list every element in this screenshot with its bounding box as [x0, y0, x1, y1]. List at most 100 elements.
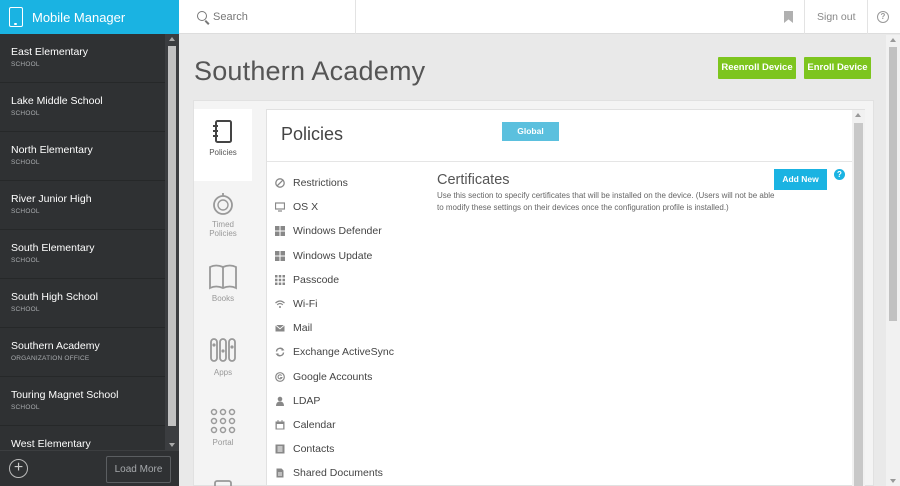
scroll-up-icon[interactable] [855, 113, 861, 117]
menu-item-ldap[interactable]: LDAP [275, 389, 425, 413]
list-item[interactable]: East Elementary SCHOOL [0, 34, 165, 83]
list-item[interactable]: North Elementary SCHOOL [0, 132, 165, 181]
item-type: SCHOOL [11, 159, 40, 166]
top-bar: Sign out ? [179, 0, 900, 34]
menu-item-windows-update[interactable]: Windows Update [275, 244, 425, 268]
list-item[interactable]: South Elementary SCHOOL [0, 230, 165, 279]
sidebar-scrollbar[interactable] [165, 34, 179, 450]
menu-item-label: Google Accounts [293, 370, 373, 383]
sync-icon [275, 348, 285, 357]
tab-label: Timed Policies [209, 220, 237, 238]
bookmark-icon[interactable] [784, 11, 793, 23]
list-item[interactable]: Southern Academy ORGANIZATION OFFICE [0, 328, 165, 377]
policies-content: Policies Global Restrictions OS X Window… [266, 109, 865, 486]
global-button[interactable]: Global [502, 122, 559, 141]
tab-policies[interactable]: Policies [194, 109, 252, 181]
tab-label: Policies [209, 148, 237, 157]
policy-menu: Restrictions OS X Windows Defender Windo… [275, 171, 425, 485]
app-title: Mobile Manager [32, 9, 126, 25]
menu-item-label: OS X [293, 201, 319, 214]
menu-item-os-x[interactable]: OS X [275, 195, 425, 219]
item-type: SCHOOL [11, 110, 40, 117]
plus-circle-icon[interactable]: + [9, 459, 28, 478]
item-type: SCHOOL [11, 306, 40, 313]
menu-item-label: Windows Update [293, 249, 373, 262]
monitor-icon [275, 202, 285, 212]
menu-item-exchange-activesync[interactable]: Exchange ActiveSync [275, 340, 425, 364]
tab-portal[interactable]: Portal [194, 401, 252, 473]
load-more-button[interactable]: Load More [106, 456, 171, 483]
list-item[interactable]: West Elementary [0, 426, 165, 450]
menu-item-label: Mail [293, 322, 313, 335]
scroll-up-icon[interactable] [169, 37, 175, 41]
help-icon[interactable]: ? [877, 11, 889, 23]
reenroll-device-button[interactable]: Reenroll Device [718, 57, 796, 79]
divider [355, 0, 356, 34]
page-title: Southern Academy [194, 56, 426, 86]
list-item[interactable]: Lake Middle School SCHOOL [0, 83, 165, 132]
windows-icon [275, 226, 285, 237]
divider [267, 161, 853, 162]
help-icon[interactable]: ? [834, 169, 845, 180]
mail-icon [275, 324, 285, 332]
add-new-button[interactable]: Add New [774, 169, 827, 190]
menu-item-restrictions[interactable]: Restrictions [275, 171, 425, 195]
restrictions-icon [275, 178, 285, 188]
list-item[interactable]: Touring Magnet School SCHOOL [0, 377, 165, 426]
list-item[interactable]: South High School SCHOOL [0, 279, 165, 328]
enroll-device-button[interactable]: Enroll Device [804, 57, 871, 79]
tab-label: Apps [213, 368, 233, 377]
sidebar-footer: + Load More [0, 450, 179, 486]
grid-icon [210, 408, 236, 434]
menu-item-label: Exchange ActiveSync [293, 346, 394, 359]
item-type: SCHOOL [11, 404, 40, 411]
menu-item-google-accounts[interactable]: Google Accounts [275, 365, 425, 389]
divider [804, 0, 805, 34]
scrollbar-thumb[interactable] [168, 46, 176, 426]
keypad-icon [275, 274, 285, 285]
scroll-down-icon[interactable] [169, 443, 175, 447]
wifi-icon [275, 300, 285, 309]
item-type: ORGANIZATION OFFICE [11, 355, 90, 362]
scroll-down-icon[interactable] [890, 479, 896, 483]
tab-books[interactable]: Books [194, 257, 252, 329]
windows-icon [275, 250, 285, 261]
menu-item-contacts[interactable]: Contacts [275, 437, 425, 461]
menu-item-passcode[interactable]: Passcode [275, 268, 425, 292]
tab-label: Portal [212, 438, 234, 447]
item-name: South High School [11, 291, 98, 303]
scrollbar-thumb[interactable] [854, 123, 863, 486]
search-input[interactable] [213, 9, 343, 25]
menu-item-wi-fi[interactable]: Wi-Fi [275, 292, 425, 316]
item-type: SCHOOL [11, 257, 40, 264]
menu-item-calendar[interactable]: Calendar [275, 413, 425, 437]
tab-more[interactable] [194, 473, 252, 486]
menu-item-label: Contacts [293, 443, 335, 456]
item-name: Southern Academy [11, 340, 100, 352]
menu-item-label: Shared Documents [293, 467, 383, 480]
organization-list: East Elementary SCHOOL Lake Middle School… [0, 34, 165, 450]
tab-apps[interactable]: Apps [194, 329, 252, 401]
menu-item-mail[interactable]: Mail [275, 316, 425, 340]
sign-out-link[interactable]: Sign out [817, 11, 856, 23]
menu-item-label: Wi-Fi [293, 298, 318, 311]
content-scrollbar[interactable] [852, 110, 865, 486]
menu-item-shared-documents[interactable]: Shared Documents [275, 461, 425, 485]
app-header[interactable]: Mobile Manager [0, 0, 179, 34]
notebook-icon [213, 120, 232, 143]
menu-item-windows-defender[interactable]: Windows Defender [275, 219, 425, 243]
sidebar: Mobile Manager East Elementary SCHOOL Lak… [0, 0, 179, 486]
menu-item-label: Restrictions [293, 177, 348, 190]
certificates-title: Certificates [437, 172, 510, 188]
menu-item-label: LDAP [293, 394, 321, 407]
scroll-up-icon[interactable] [890, 38, 896, 42]
main-scrollbar[interactable] [886, 35, 900, 486]
scrollbar-thumb[interactable] [889, 47, 897, 321]
list-item[interactable]: River Junior High SCHOOL [0, 181, 165, 230]
item-name: West Elementary [11, 438, 91, 450]
stopwatch-icon [213, 193, 233, 215]
partial-tab-icon [214, 480, 232, 486]
tab-timed-policies[interactable]: Timed Policies [194, 185, 252, 257]
google-icon [275, 371, 285, 382]
item-type: SCHOOL [11, 61, 40, 68]
